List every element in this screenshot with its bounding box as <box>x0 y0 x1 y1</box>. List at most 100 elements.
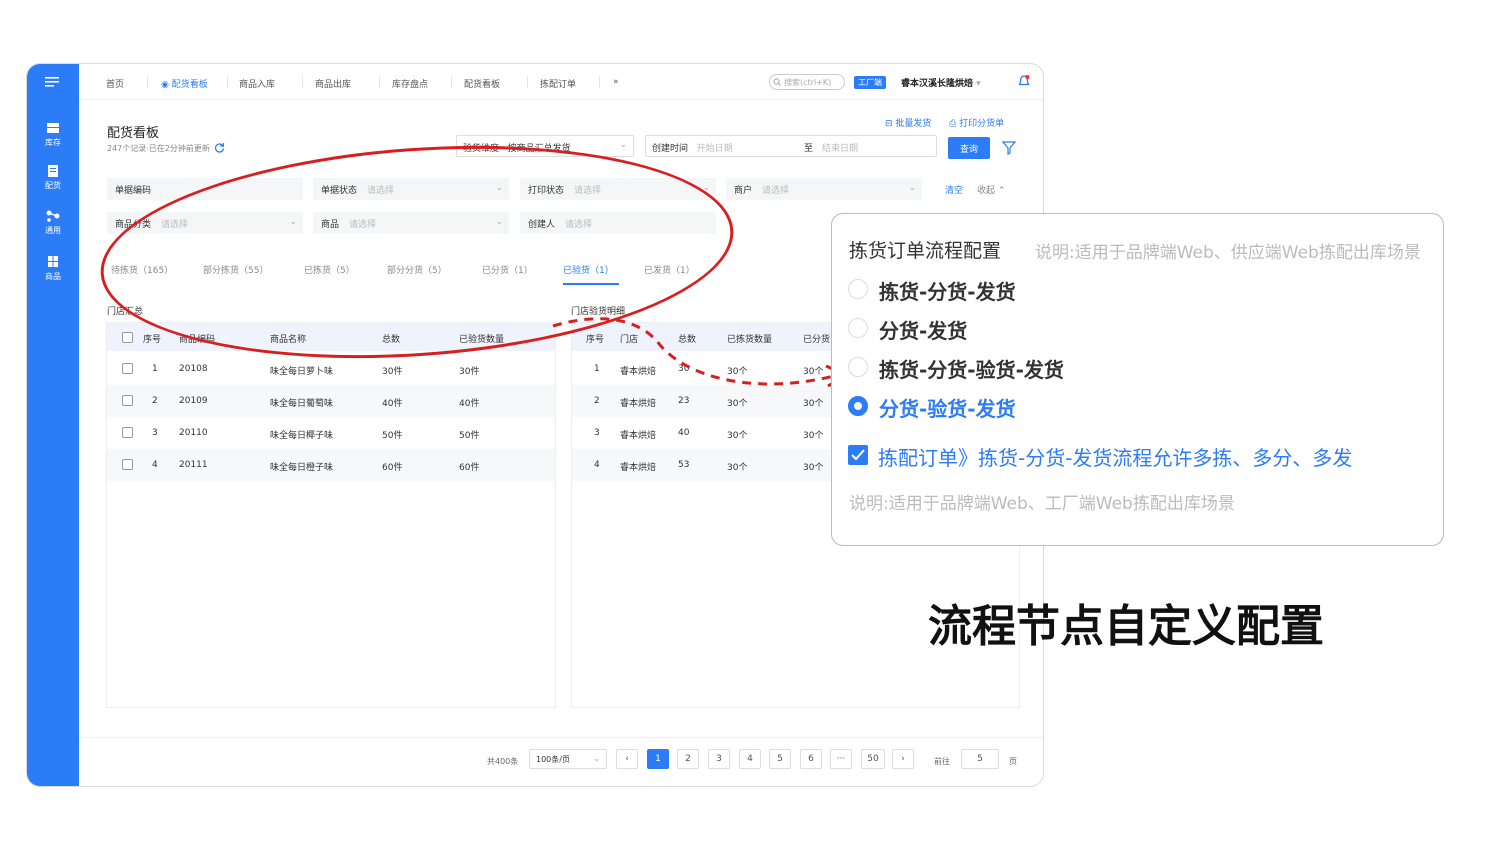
tab-distribution-board-2[interactable]: 配货看板 <box>464 77 500 90</box>
page-2[interactable]: 2 <box>677 749 699 769</box>
print-slip-button[interactable]: ⎙ 打印分货单 <box>949 116 1004 129</box>
page-3[interactable]: 3 <box>708 749 730 769</box>
tab-stocktake[interactable]: 库存盘点 <box>392 77 428 90</box>
sidebar-item-label: 通用 <box>45 226 61 235</box>
cell: 20109 <box>179 396 208 406</box>
page-4[interactable]: 4 <box>739 749 761 769</box>
tab-stock-in[interactable]: 商品入库 <box>239 77 275 90</box>
cell: 60件 <box>459 463 480 473</box>
cell: 40件 <box>459 399 480 409</box>
slide-caption: 流程节点自定义配置 <box>928 601 1324 652</box>
cell: 20108 <box>179 364 208 374</box>
next-page-button[interactable]: › <box>892 749 914 769</box>
column-header: 序号 <box>586 335 605 345</box>
page-size-select[interactable]: 100条/页 ⌄ <box>529 749 607 769</box>
sidebar-item-label: 商品 <box>45 272 61 281</box>
cell: 30个 <box>803 367 824 377</box>
tab-pick-orders[interactable]: 拣配订单 <box>540 77 576 90</box>
sidebar-item-inventory[interactable]: 库存 <box>27 122 79 148</box>
page-6[interactable]: 6 <box>800 749 822 769</box>
table-row[interactable]: 2 20109 味全每日葡萄味 40件 40件 <box>107 385 555 417</box>
row-checkbox[interactable] <box>122 363 133 374</box>
cell: 味全每日橙子味 <box>270 463 334 473</box>
page-title: 配货看板 <box>107 126 160 141</box>
cell: 1 <box>152 364 158 374</box>
page-ellipsis[interactable]: ··· <box>830 749 852 769</box>
clear-filters-link[interactable]: 清空 <box>945 183 963 196</box>
column-header: 已拣货数量 <box>727 335 773 345</box>
checkbox-checked[interactable] <box>848 445 868 465</box>
cell: 30个 <box>803 463 824 473</box>
collapse-filters-link[interactable]: 收起 ⌃ <box>977 183 1005 196</box>
cell: 20110 <box>179 428 208 438</box>
row-checkbox[interactable] <box>122 459 133 470</box>
cell: 睿本烘焙 <box>620 367 657 377</box>
sidebar-item-distribution[interactable]: 配货 <box>27 165 79 191</box>
radio-button[interactable] <box>848 318 868 338</box>
row-checkbox[interactable] <box>122 395 133 406</box>
popup-note: 说明:适用于品牌端Web、供应端Web拣配出库场景 <box>1035 243 1421 263</box>
cell: 30个 <box>727 367 748 377</box>
cell: 2 <box>152 396 158 406</box>
cell: 味全每日萝卜味 <box>270 367 334 377</box>
share-icon <box>46 210 60 222</box>
factory-badge: 工厂端 <box>854 76 886 89</box>
page-5[interactable]: 5 <box>769 749 791 769</box>
cell: 53 <box>678 460 690 470</box>
radio-button[interactable] <box>848 279 868 299</box>
cell: 30个 <box>803 431 824 441</box>
check-icon <box>851 449 865 461</box>
sidebar-item-general[interactable]: 通用 <box>27 210 79 236</box>
menu-icon[interactable] <box>45 77 59 87</box>
cell: 4 <box>594 460 600 470</box>
merchant-filter[interactable]: 商户 请选择 ⌄ <box>726 178 922 200</box>
select-all-checkbox[interactable] <box>122 332 133 343</box>
store-switcher[interactable]: 睿本汉溪长隆烘焙 ▾ <box>901 76 981 89</box>
checkbox-label: 拣配订单》拣货-分货-发货流程允许多拣、多分、多发 <box>878 446 1353 470</box>
footer-divider <box>79 737 1043 738</box>
page-subtitle: 247个记录·已在2分钟前更新 <box>107 142 225 154</box>
column-header: 序号 <box>143 335 162 345</box>
radio-label: 分货-验货-发货 <box>879 397 1016 421</box>
cell: 4 <box>152 460 158 470</box>
tab-stock-out[interactable]: 商品出库 <box>315 77 351 90</box>
cell: 30个 <box>803 399 824 409</box>
date-range-picker[interactable]: 创建时间 开始日期 至 结束日期 <box>645 135 937 157</box>
query-button[interactable]: 查询 <box>948 137 990 159</box>
more-tabs-icon[interactable]: » <box>613 77 619 87</box>
inventory-icon <box>47 123 59 133</box>
tab-home[interactable]: 首页 <box>106 77 124 90</box>
bell-icon[interactable] <box>1018 75 1030 88</box>
prev-page-button[interactable]: ‹ <box>616 749 638 769</box>
table-row[interactable]: 4 20111 味全每日橙子味 60件 60件 <box>107 449 555 481</box>
cell: 60件 <box>382 463 403 473</box>
table-row[interactable]: 3 20110 味全每日椰子味 50件 50件 <box>107 417 555 449</box>
refresh-icon[interactable] <box>214 142 225 153</box>
sidebar-item-label: 配货 <box>45 181 61 190</box>
radio-label: 分货-发货 <box>879 319 968 343</box>
radio-button[interactable] <box>848 357 868 377</box>
page-1[interactable]: 1 <box>647 749 669 769</box>
goto-page-input[interactable]: 5 <box>961 749 999 769</box>
sidebar-item-products[interactable]: 商品 <box>27 256 79 282</box>
page-50[interactable]: 50 <box>861 749 885 769</box>
tab-distribution-board[interactable]: ◉ 配货看板 <box>161 77 208 90</box>
table-row[interactable]: 1 20108 味全每日萝卜味 30件 30件 <box>107 353 555 385</box>
cell: 50件 <box>459 431 480 441</box>
cell: 40 <box>678 428 690 438</box>
distribution-icon <box>48 165 58 177</box>
row-checkbox[interactable] <box>122 427 133 438</box>
cell: 50件 <box>382 431 403 441</box>
radio-label: 拣货-分货-验货-发货 <box>879 358 1064 382</box>
cell: 睿本烘焙 <box>620 399 657 409</box>
radio-button-selected[interactable] <box>848 396 868 416</box>
batch-ship-button[interactable]: ⊟ 批量发货 <box>885 116 931 129</box>
cell: 味全每日椰子味 <box>270 431 334 441</box>
cell: 30件 <box>459 367 480 377</box>
cell: 3 <box>152 428 158 438</box>
search-placeholder: 搜索(ctrl+K) <box>784 78 832 87</box>
radio-label: 拣货-分货-发货 <box>879 280 1016 304</box>
cell: 40件 <box>382 399 403 409</box>
filter-icon[interactable] <box>1002 141 1016 157</box>
cell: 20111 <box>179 460 208 470</box>
